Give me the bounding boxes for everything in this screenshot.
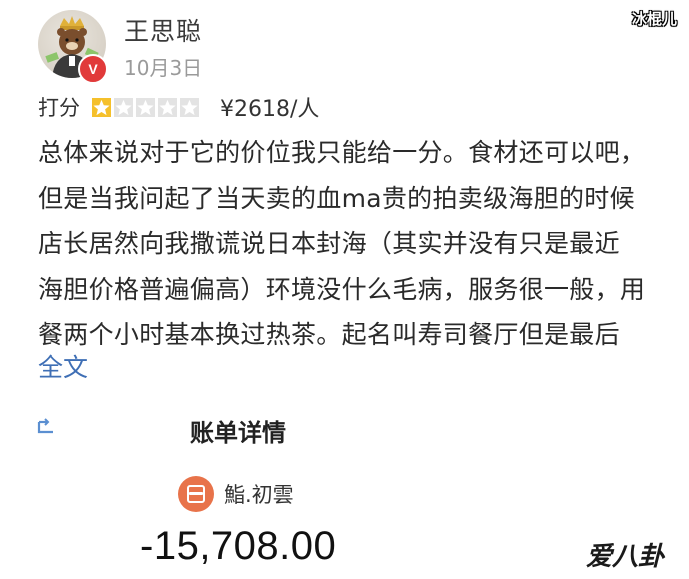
rating-row: 打分 ¥2618/人 [38,92,319,122]
watermark-bottom: 爱八卦 [586,542,665,572]
star-empty-icon [114,97,133,117]
star-empty-icon [158,97,177,117]
review-line: 店长居然向我撒谎说日本封海（其实并没有只是最近 [38,229,620,258]
review-date: 10月3日 [124,56,203,80]
verified-badge: V [78,54,108,84]
restaurant-icon [178,476,214,512]
rating-label: 打分 [38,96,80,120]
star-rating [92,97,202,117]
review-screen: V 王思聪 10月3日 冰棍儿 打分 ¥2618/人 总体来说对于它的价位我只能… [0,0,689,579]
merchant-row[interactable]: 鮨.初雲 [178,476,294,512]
review-line: 总体来说对于它的价位我只能给一分。食材还可以吧， [38,138,646,167]
bill-amount: -15,708.00 [140,524,337,568]
star-empty-icon [180,97,199,117]
star-empty-icon [136,97,155,117]
review-line: 海胆价格普遍偏高）环境没什么毛病，服务很一般，用 [38,274,646,304]
username[interactable]: 王思聪 [124,12,202,48]
review-text: 总体来说对于它的价位我只能给一分。食材还可以吧， 但是当我问起了当天卖的血ma贵… [38,130,668,358]
star-filled-icon [92,97,111,117]
price-per-person: ¥2618/人 [220,97,320,122]
bill-title: 账单详情 [190,419,286,447]
back-icon[interactable] [36,416,58,438]
merchant-name: 鮨.初雲 [224,483,294,507]
review-line: 但是当我问起了当天卖的血ma贵的拍卖级海胆的时候 [38,183,635,213]
full-text-link[interactable]: 全文 [38,348,88,384]
review-line: 餐两个小时基本换过热茶。起名叫寿司餐厅但是最后 [38,320,620,349]
watermark-top: 冰棍儿 [631,10,677,28]
